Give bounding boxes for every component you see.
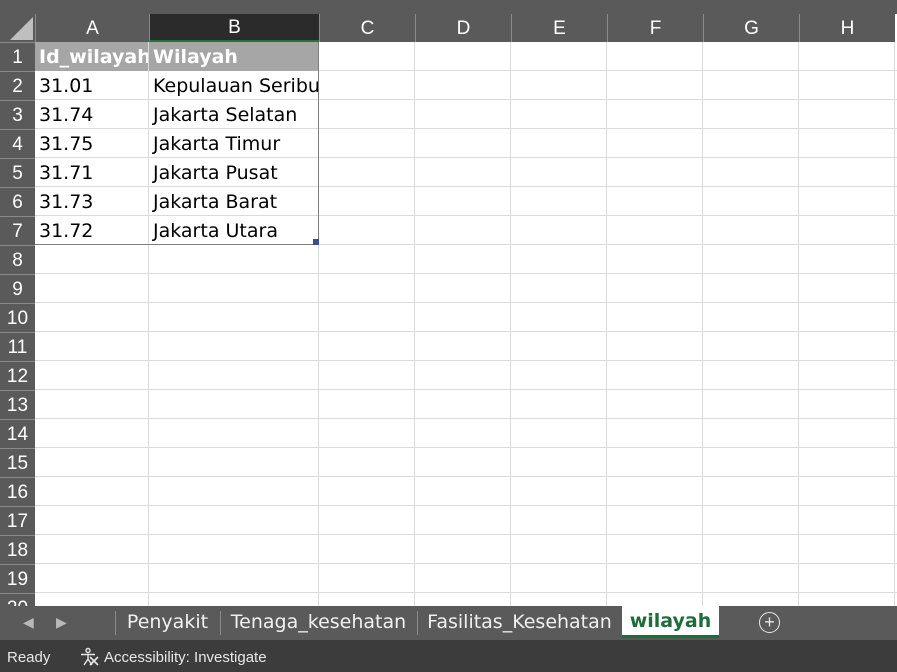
tab-wilayah[interactable]: wilayah [622, 606, 719, 638]
gridline [35, 389, 897, 390]
row-header-14[interactable]: 14 [0, 419, 35, 448]
gridline [35, 534, 897, 535]
gridline [35, 360, 897, 361]
table-header-wilayah[interactable]: Wilayah [149, 42, 318, 71]
table-border [35, 244, 319, 245]
row-header-16[interactable]: 16 [0, 477, 35, 506]
table-cell[interactable]: 31.74 [35, 100, 148, 129]
table-cell[interactable]: Jakarta Timur [149, 129, 318, 158]
table-cell[interactable]: 31.71 [35, 158, 148, 187]
row-header-4[interactable]: 4 [0, 129, 35, 158]
table-border [318, 42, 319, 245]
accessibility-icon[interactable] [78, 647, 100, 671]
tab-fasilitas-kesehatan[interactable]: Fasilitas_Kesehatan [418, 606, 621, 638]
column-header-b[interactable]: B [149, 14, 319, 42]
status-bar: Ready Accessibility: Investigate [0, 640, 897, 672]
gridline [606, 42, 607, 606]
table-resize-handle[interactable] [313, 239, 319, 245]
gridline [510, 42, 511, 606]
table-header-id-wilayah[interactable]: Id_wilayah [35, 42, 148, 71]
gridline [35, 476, 897, 477]
header-top-strip [0, 0, 897, 14]
row-header-9[interactable]: 9 [0, 274, 35, 303]
table-cell[interactable]: Jakarta Barat [149, 187, 318, 216]
row-header-5[interactable]: 5 [0, 158, 35, 187]
row-header-8[interactable]: 8 [0, 245, 35, 274]
table-cell[interactable]: 31.73 [35, 187, 148, 216]
tab-penyakit[interactable]: Penyakit [116, 606, 219, 638]
gridline [894, 42, 895, 606]
row-header-19[interactable]: 19 [0, 564, 35, 593]
table-cell[interactable]: Jakarta Pusat [149, 158, 318, 187]
gridline [35, 302, 897, 303]
status-ready: Ready [7, 649, 51, 666]
table-cell[interactable]: 31.01 [35, 71, 148, 100]
accessibility-status[interactable]: Accessibility: Investigate [104, 649, 267, 666]
column-header-g[interactable]: G [703, 14, 799, 42]
gridline [798, 42, 799, 606]
row-header-17[interactable]: 17 [0, 506, 35, 535]
column-header-d[interactable]: D [415, 14, 511, 42]
tab-tenaga-kesehatan[interactable]: Tenaga_kesehatan [221, 606, 416, 638]
column-header-e[interactable]: E [511, 14, 607, 42]
row-header-1[interactable]: 1 [0, 42, 35, 71]
table-cell[interactable]: 31.75 [35, 129, 148, 158]
row-header-20[interactable]: 20 [0, 593, 35, 606]
gridline [35, 592, 897, 593]
gridline [35, 331, 897, 332]
row-header-13[interactable]: 13 [0, 390, 35, 419]
row-header-2[interactable]: 2 [0, 71, 35, 100]
gridline [35, 505, 897, 506]
gridline [414, 42, 415, 606]
table-cell[interactable]: Jakarta Utara [149, 216, 318, 245]
add-sheet-icon[interactable]: + [759, 612, 780, 633]
table-cell[interactable]: 31.72 [35, 216, 148, 245]
gridline [35, 563, 897, 564]
sheet-tab-bar: ◀ ▶ Penyakit Tenaga_kesehatan Fasilitas_… [0, 606, 897, 640]
row-header-3[interactable]: 3 [0, 100, 35, 129]
row-header-15[interactable]: 15 [0, 448, 35, 477]
scroll-left-icon[interactable]: ◀ [23, 614, 34, 631]
row-header-6[interactable]: 6 [0, 187, 35, 216]
column-header-c[interactable]: C [319, 14, 415, 42]
column-header-f[interactable]: F [607, 14, 703, 42]
row-header-18[interactable]: 18 [0, 535, 35, 564]
row-header-12[interactable]: 12 [0, 361, 35, 390]
gridline [702, 42, 703, 606]
table-cell[interactable]: Kepulauan Seribu [149, 71, 318, 100]
gridline [35, 273, 897, 274]
row-header-10[interactable]: 10 [0, 303, 35, 332]
spreadsheet-grid[interactable]: A B C D E F G H 1 2 3 4 5 6 7 8 9 10 11 … [0, 0, 897, 606]
gridline [35, 447, 897, 448]
column-header-h[interactable]: H [799, 14, 895, 42]
gridline [35, 418, 897, 419]
select-all-corner[interactable] [0, 0, 35, 42]
scroll-right-icon[interactable]: ▶ [56, 614, 67, 631]
row-header-7[interactable]: 7 [0, 216, 35, 245]
row-header-11[interactable]: 11 [0, 332, 35, 361]
column-header-a[interactable]: A [35, 14, 149, 42]
select-all-triangle-icon[interactable] [0, 0, 35, 42]
table-cell[interactable]: Jakarta Selatan [149, 100, 318, 129]
